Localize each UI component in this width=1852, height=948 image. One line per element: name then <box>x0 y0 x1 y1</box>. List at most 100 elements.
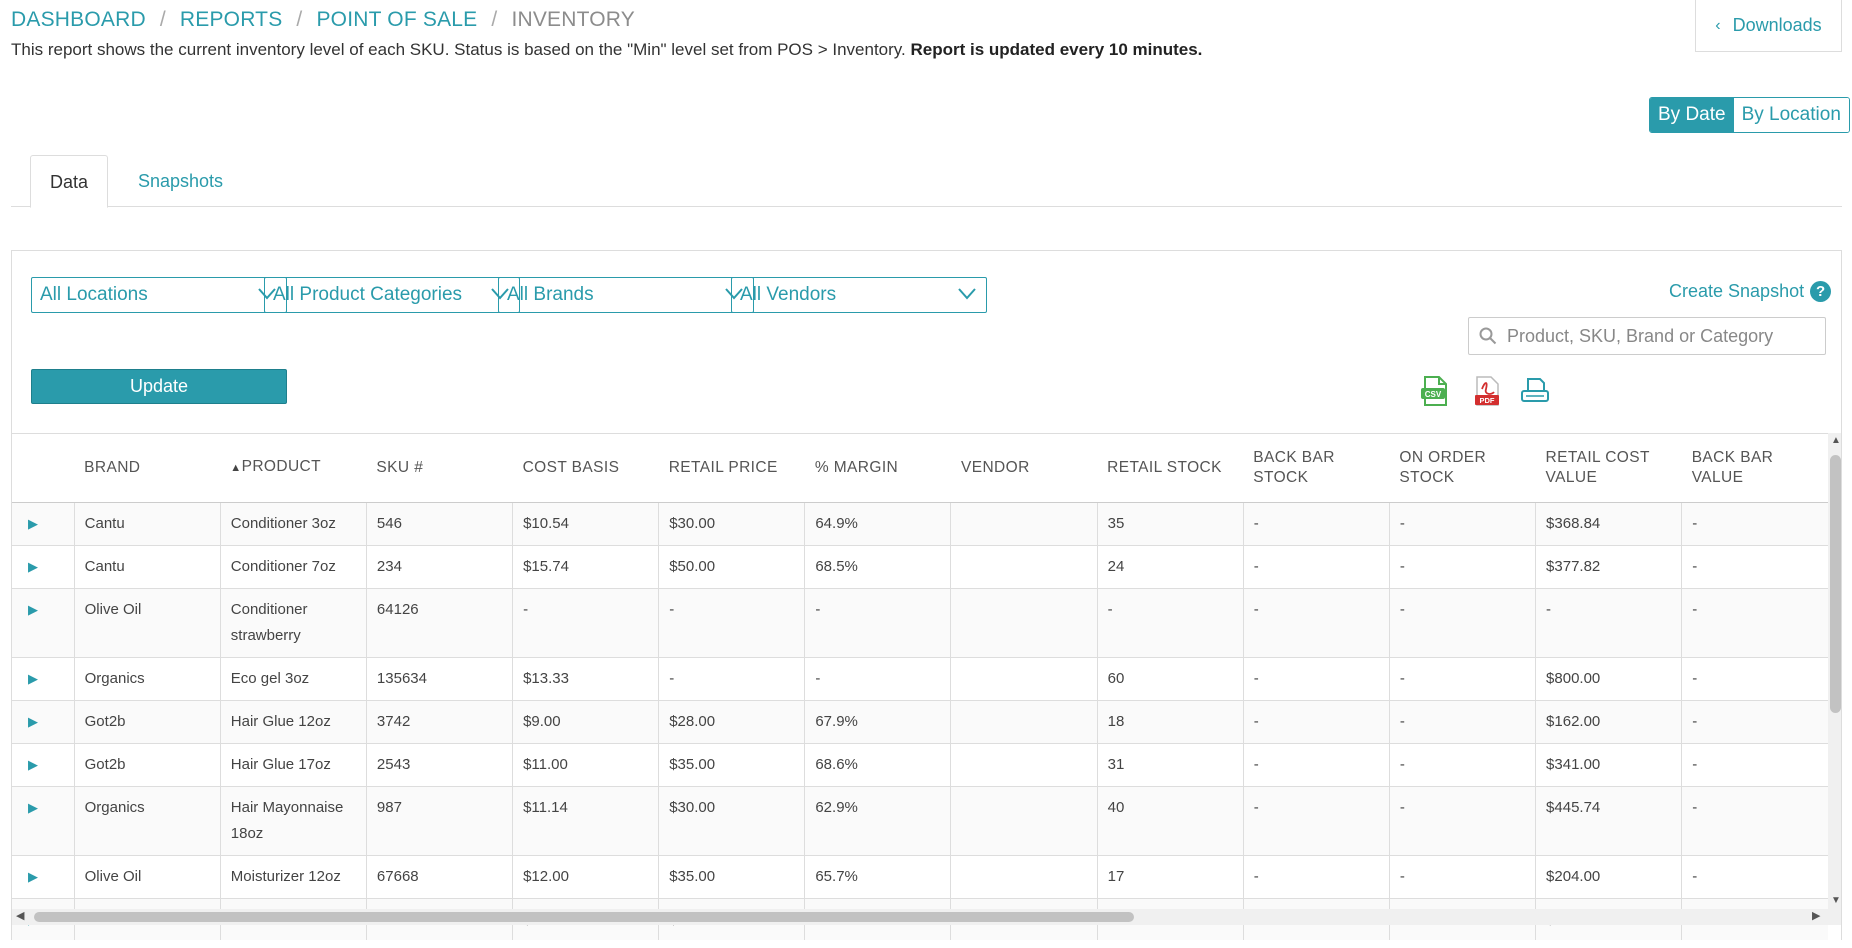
cell-product: Hair Mayonnaise 18oz <box>220 786 367 856</box>
table-row[interactable]: ▶ Olive Oil Moisturizer 12oz 67668 $12.00 $35… <box>12 855 1828 899</box>
toggle-by-location[interactable]: By Location <box>1733 98 1849 132</box>
header-cost-basis[interactable]: COST BASIS <box>512 434 659 503</box>
scroll-up-icon[interactable]: ▲ <box>1831 435 1841 446</box>
cell-margin: 65.7% <box>804 855 952 899</box>
cell-cost-basis: $9.00 <box>512 700 660 744</box>
help-icon[interactable]: ? <box>1810 281 1832 302</box>
toggle-by-date[interactable]: By Date <box>1650 98 1734 132</box>
table-row[interactable]: ▶ Organics Hair Mayonnaise 18oz 987 $11.14 $3… <box>12 786 1828 856</box>
cell-product: Hair Glue 17oz <box>220 743 367 787</box>
table-row[interactable]: ▶ Cantu Conditioner 7oz 234 $15.74 $50.00 68.5… <box>12 545 1828 589</box>
expand-row-icon[interactable]: ▶ <box>12 545 75 589</box>
cell-margin: - <box>804 657 952 701</box>
vertical-scroll-thumb[interactable] <box>1830 455 1841 713</box>
tab-snapshots[interactable]: Snapshots <box>119 155 242 207</box>
report-description: This report shows the current inventory … <box>11 39 1211 61</box>
scroll-right-icon[interactable]: ▶ <box>1812 909 1820 922</box>
cell-sku: 987 <box>366 786 514 856</box>
cell-back-bar-value: - <box>1681 588 1828 658</box>
header-on-order-stock[interactable]: ON ORDER STOCK <box>1389 434 1536 503</box>
cell-cost-basis: $11.00 <box>512 743 660 787</box>
expand-row-icon[interactable]: ▶ <box>12 743 75 787</box>
expand-row-icon[interactable]: ▶ <box>12 786 75 856</box>
cell-back-bar-stock: - <box>1243 657 1390 701</box>
expand-row-icon[interactable]: ▶ <box>12 700 75 744</box>
header-back-bar-value[interactable]: BACK BAR VALUE <box>1681 434 1828 503</box>
cell-back-bar-value: - <box>1681 786 1828 856</box>
header-retail-price[interactable]: RETAIL PRICE <box>658 434 805 503</box>
locations-select-value: All Locations <box>40 284 148 305</box>
cell-retail-cost-value: - <box>1535 588 1683 658</box>
header-sku[interactable]: SKU # <box>366 434 513 503</box>
header-retail-stock[interactable]: RETAIL STOCK <box>1097 434 1244 503</box>
print-icon[interactable] <box>1520 375 1550 407</box>
sort-ascending-icon: ▲ <box>230 462 242 475</box>
cell-cost-basis: $12.00 <box>512 855 660 899</box>
locations-select[interactable]: All Locations <box>31 277 287 313</box>
expand-row-icon[interactable]: ▶ <box>12 502 75 546</box>
table-row[interactable]: ▶ Olive Oil Conditioner strawberry 64126- - -… <box>12 588 1828 658</box>
cell-sku: 3742 <box>366 700 514 744</box>
header-margin[interactable]: % MARGIN <box>804 434 951 503</box>
cell-retail-price: $28.00 <box>658 700 806 744</box>
table-row[interactable]: ▶ Got2b Hair Glue 12oz 3742 $9.00 $28.00 67.9%… <box>12 700 1828 744</box>
table-row[interactable]: ▶ Got2b Hair Glue 17oz 2543 $11.00 $35.00 68.6… <box>12 743 1828 787</box>
horizontal-scroll-thumb[interactable] <box>34 912 1134 922</box>
cell-cost-basis: - <box>512 588 660 658</box>
cell-back-bar-value: - <box>1681 743 1828 787</box>
cell-product: Eco gel 3oz <box>220 657 367 701</box>
cell-back-bar-stock: - <box>1243 502 1390 546</box>
description-update-note: Report is updated every 10 minutes. <box>910 40 1203 59</box>
header-product[interactable]: ▲PRODUCT <box>220 434 367 503</box>
cell-product: Hair Glue 12oz <box>220 700 367 744</box>
breadcrumb-point-of-sale[interactable]: POINT OF SALE <box>316 8 477 32</box>
cell-retail-stock: 35 <box>1097 502 1244 546</box>
expand-row-icon[interactable]: ▶ <box>12 588 75 658</box>
table-row[interactable]: ▶ Cantu Conditioner 3oz 546 $10.54 $30.00 64.9… <box>12 502 1828 546</box>
downloads-button[interactable]: ‹ Downloads <box>1695 0 1842 52</box>
inventory-table-container: BRAND ▲PRODUCT SKU # COST BASIS RETAIL P… <box>12 433 1841 940</box>
categories-select[interactable]: All Product Categories <box>264 277 520 313</box>
vertical-scrollbar[interactable]: ▲ ▼ <box>1828 433 1841 909</box>
breadcrumb-separator: / <box>159 8 166 31</box>
expand-row-icon[interactable]: ▶ <box>12 657 75 701</box>
cell-brand: Olive Oil <box>74 855 221 899</box>
horizontal-scrollbar[interactable]: ◀ ▶ <box>12 909 1841 925</box>
cell-retail-cost-value: $377.82 <box>1535 545 1683 589</box>
cell-sku: 2543 <box>366 743 514 787</box>
breadcrumb-dashboard[interactable]: DASHBOARD <box>11 8 146 32</box>
create-snapshot-link[interactable]: Create Snapshot ? <box>1669 281 1832 302</box>
cell-vendor <box>950 743 1098 787</box>
scroll-left-icon[interactable]: ◀ <box>16 909 24 922</box>
downloads-label: Downloads <box>1732 15 1822 35</box>
brands-select[interactable]: All Brands <box>498 277 754 313</box>
tab-data[interactable]: Data <box>30 155 109 208</box>
cell-back-bar-value: - <box>1681 545 1828 589</box>
header-brand[interactable]: BRAND <box>74 434 221 503</box>
update-button[interactable]: Update <box>31 369 287 404</box>
cell-retail-price: $35.00 <box>658 743 806 787</box>
cell-vendor <box>950 855 1098 899</box>
cell-margin: 62.9% <box>804 786 952 856</box>
pdf-export-icon[interactable]: PDF <box>1472 375 1502 407</box>
breadcrumb-reports[interactable]: REPORTS <box>180 8 283 32</box>
csv-export-icon[interactable]: CSV <box>1420 375 1450 407</box>
cell-back-bar-stock: - <box>1243 588 1390 658</box>
header-vendor[interactable]: VENDOR <box>950 434 1098 503</box>
cell-retail-price: - <box>658 657 806 701</box>
cell-sku: 135634 <box>366 657 514 701</box>
cell-margin: 67.9% <box>804 700 952 744</box>
cell-margin: 64.9% <box>804 502 952 546</box>
cell-retail-stock: 24 <box>1097 545 1244 589</box>
cell-retail-cost-value: $341.00 <box>1535 743 1683 787</box>
cell-margin: 68.6% <box>804 743 952 787</box>
search-input[interactable] <box>1505 324 1805 348</box>
header-retail-cost-value[interactable]: RETAIL COST VALUE <box>1535 434 1682 503</box>
table-row[interactable]: ▶ Organics Eco gel 3oz 135634 $13.33- -60- - $8… <box>12 657 1828 701</box>
vendors-select[interactable]: All Vendors <box>731 277 987 313</box>
expand-row-icon[interactable]: ▶ <box>12 855 75 899</box>
header-product-label: PRODUCT <box>241 458 322 476</box>
scroll-down-icon[interactable]: ▼ <box>1831 895 1841 906</box>
cell-retail-price: $30.00 <box>658 502 806 546</box>
header-back-bar-stock[interactable]: BACK BAR STOCK <box>1243 434 1390 503</box>
